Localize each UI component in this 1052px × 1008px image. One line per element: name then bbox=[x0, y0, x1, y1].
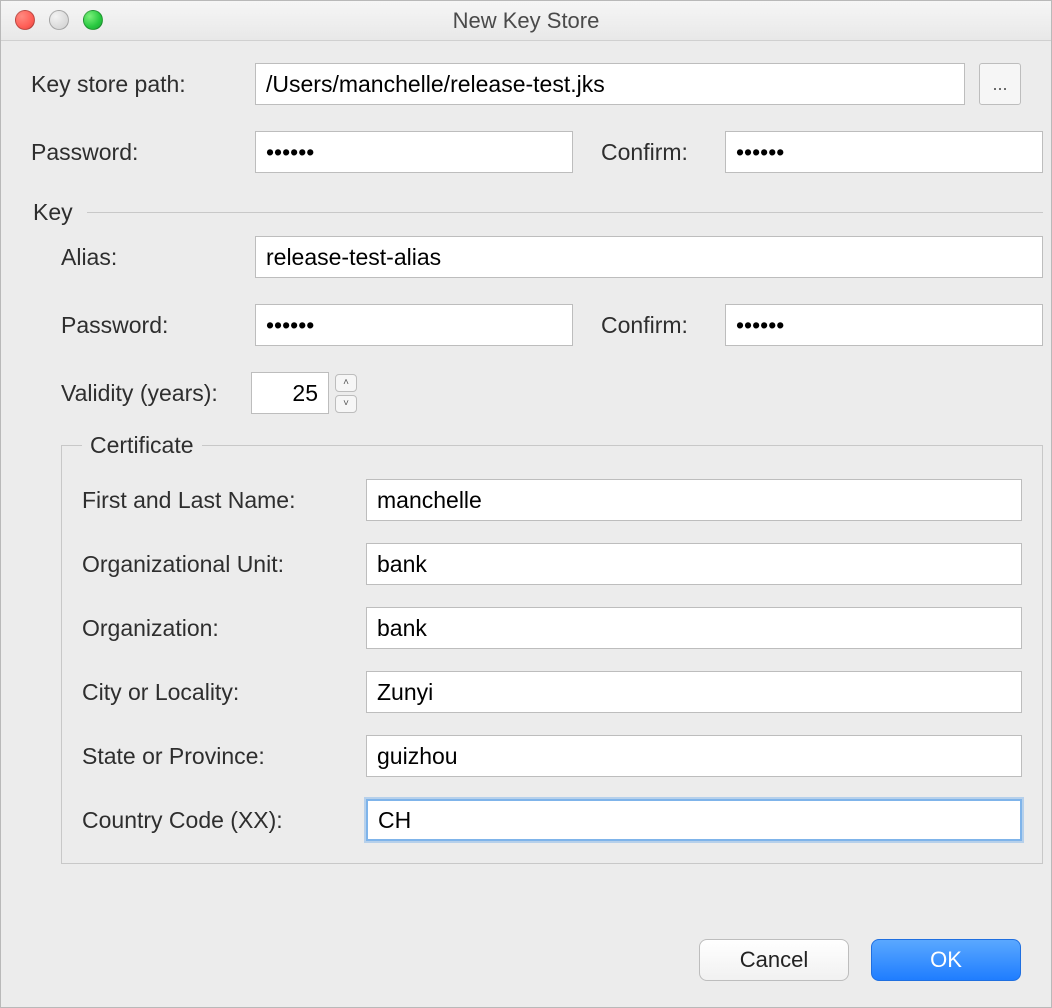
key-validity-label: Validity (years): bbox=[61, 380, 241, 407]
keystore-path-input[interactable] bbox=[255, 63, 965, 105]
cancel-button[interactable]: Cancel bbox=[699, 939, 849, 981]
keystore-password-label: Password: bbox=[31, 139, 241, 166]
key-alias-label: Alias: bbox=[61, 244, 241, 271]
cert-city-label: City or Locality: bbox=[82, 679, 352, 706]
validity-input[interactable] bbox=[251, 372, 329, 414]
minimize-icon[interactable] bbox=[49, 10, 69, 30]
browse-button[interactable]: ... bbox=[979, 63, 1021, 105]
cert-country-input[interactable] bbox=[366, 799, 1022, 841]
dialog-footer: Cancel OK bbox=[1, 921, 1051, 1007]
keystore-password-row: Password: Confirm: bbox=[31, 131, 1021, 173]
cert-name-input[interactable] bbox=[366, 479, 1022, 521]
cert-org-row: Organization: bbox=[82, 607, 1022, 649]
keystore-password-input[interactable] bbox=[255, 131, 573, 173]
spinner-buttons: ˄ ˅ bbox=[335, 374, 357, 413]
cert-ou-input[interactable] bbox=[366, 543, 1022, 585]
cert-org-label: Organization: bbox=[82, 615, 352, 642]
certificate-legend: Certificate bbox=[82, 432, 202, 459]
close-icon[interactable] bbox=[15, 10, 35, 30]
cert-state-input[interactable] bbox=[366, 735, 1022, 777]
cert-state-label: State or Province: bbox=[82, 743, 352, 770]
ok-button[interactable]: OK bbox=[871, 939, 1021, 981]
cert-name-label: First and Last Name: bbox=[82, 487, 352, 514]
spinner-down-button[interactable]: ˅ bbox=[335, 395, 357, 413]
key-password-label: Password: bbox=[61, 312, 241, 339]
cert-ou-label: Organizational Unit: bbox=[82, 551, 352, 578]
key-alias-row: Alias: bbox=[31, 236, 1043, 278]
cert-city-input[interactable] bbox=[366, 671, 1022, 713]
maximize-icon[interactable] bbox=[83, 10, 103, 30]
key-alias-input[interactable] bbox=[255, 236, 1043, 278]
ellipsis-icon: ... bbox=[992, 74, 1007, 95]
key-legend: Key bbox=[31, 199, 87, 226]
cert-country-label: Country Code (XX): bbox=[82, 807, 352, 834]
cert-state-row: State or Province: bbox=[82, 735, 1022, 777]
keystore-confirm-input[interactable] bbox=[725, 131, 1043, 173]
window-title: New Key Store bbox=[1, 8, 1051, 34]
spinner-up-button[interactable]: ˄ bbox=[335, 374, 357, 392]
cert-name-row: First and Last Name: bbox=[82, 479, 1022, 521]
keystore-path-label: Key store path: bbox=[31, 71, 241, 98]
cert-org-input[interactable] bbox=[366, 607, 1022, 649]
certificate-section: Certificate First and Last Name: Organiz… bbox=[61, 432, 1043, 864]
dialog-content: Key store path: ... Password: Confirm: K… bbox=[1, 41, 1051, 921]
key-section: Key Alias: Password: Confirm: Validity (… bbox=[31, 199, 1043, 864]
cert-city-row: City or Locality: bbox=[82, 671, 1022, 713]
key-password-input[interactable] bbox=[255, 304, 573, 346]
key-confirm-label: Confirm: bbox=[601, 312, 711, 339]
key-password-row: Password: Confirm: bbox=[31, 304, 1043, 346]
window-controls bbox=[15, 10, 103, 30]
titlebar: New Key Store bbox=[1, 1, 1051, 41]
key-confirm-input[interactable] bbox=[725, 304, 1043, 346]
chevron-up-icon: ˄ bbox=[343, 378, 349, 388]
key-validity-row: Validity (years): ˄ ˅ bbox=[61, 372, 1043, 414]
cert-ou-row: Organizational Unit: bbox=[82, 543, 1022, 585]
keystore-confirm-label: Confirm: bbox=[601, 139, 711, 166]
cert-country-row: Country Code (XX): bbox=[82, 799, 1022, 841]
validity-spinner: ˄ ˅ bbox=[251, 372, 357, 414]
keystore-path-row: Key store path: ... bbox=[31, 63, 1021, 105]
chevron-down-icon: ˅ bbox=[343, 399, 349, 409]
new-key-store-dialog: New Key Store Key store path: ... Passwo… bbox=[0, 0, 1052, 1008]
